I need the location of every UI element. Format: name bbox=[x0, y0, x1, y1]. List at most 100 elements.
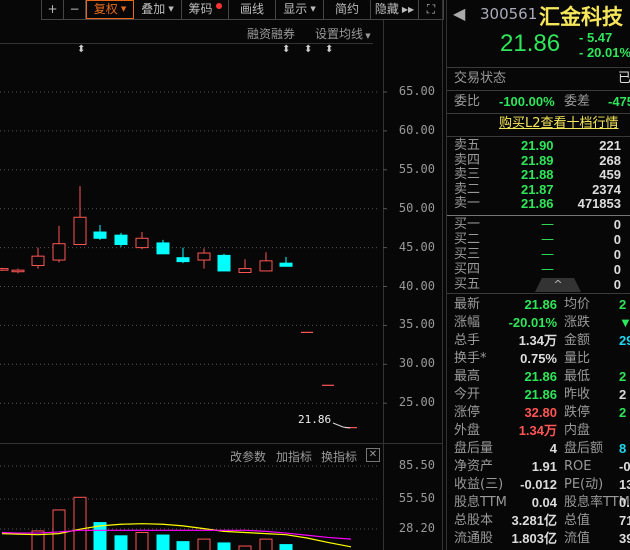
stat-value: 4 bbox=[549, 441, 557, 456]
stat-label: 涨停 bbox=[454, 405, 481, 420]
candle bbox=[197, 252, 211, 261]
stat-value: 1.91 bbox=[531, 459, 557, 474]
l2-upgrade-link[interactable]: 购买L2查看十档行情 bbox=[499, 116, 619, 132]
bid-price: — bbox=[541, 217, 554, 232]
stat-value: 71. bbox=[619, 513, 630, 528]
volume-bar bbox=[52, 509, 66, 550]
bid-volume: 0 bbox=[613, 247, 621, 262]
stat-label: 收益(三) bbox=[454, 477, 504, 492]
volume-tick-label: 28.20 bbox=[398, 520, 435, 535]
stat-value: 2 bbox=[619, 387, 627, 402]
price-tick-label: 50.00 bbox=[398, 200, 435, 215]
stat-label: 盘后额 bbox=[564, 441, 604, 456]
stat-label: 涨跌 bbox=[564, 315, 591, 330]
stat-value: 21.86 bbox=[524, 297, 557, 312]
price-tick-label: 30.00 bbox=[398, 356, 435, 371]
chevron-up-icon: ^ bbox=[553, 278, 563, 291]
weicha-label: 委差 bbox=[564, 94, 591, 109]
last-price-label: 21.86 bbox=[298, 413, 332, 426]
ask-label: 卖一 bbox=[454, 196, 481, 211]
stat-label: 跌停 bbox=[564, 405, 591, 420]
candle bbox=[114, 234, 128, 245]
volume-bar bbox=[156, 534, 170, 550]
candle bbox=[176, 257, 190, 263]
stat-label: 净资产 bbox=[454, 459, 494, 474]
stat-value: 32.80 bbox=[524, 405, 557, 420]
price-tick-label: 60.00 bbox=[398, 122, 435, 137]
volume-bar bbox=[135, 532, 149, 550]
candle bbox=[279, 262, 293, 267]
stat-value: 131 bbox=[619, 477, 630, 492]
weicha-value: -475 bbox=[608, 94, 630, 109]
quote-panel: ◀ 300561 汇金科技 21.86 - 5.47 - 20.01% 交易状态… bbox=[446, 0, 630, 550]
stat-value: 1.803亿 bbox=[511, 531, 557, 546]
trade-status-label: 交易状态 bbox=[454, 71, 507, 86]
volume-bar bbox=[259, 538, 273, 550]
candle bbox=[135, 237, 149, 249]
stat-label: 内盘 bbox=[564, 423, 591, 438]
weibi-label: 委比 bbox=[454, 94, 481, 109]
stat-label: 最低 bbox=[564, 369, 591, 384]
bid-volume: 0 bbox=[613, 232, 621, 247]
stat-label: 流通股 bbox=[454, 531, 494, 546]
stat-value: 39. bbox=[619, 531, 630, 546]
bid-label: 买一 bbox=[454, 217, 481, 232]
volume-bar bbox=[217, 542, 231, 550]
stock-name: 汇金科技 bbox=[539, 5, 623, 29]
volume-tick-label: 55.50 bbox=[398, 490, 435, 505]
stat-value: 8 bbox=[619, 441, 627, 456]
trade-status-value: 已 bbox=[618, 71, 630, 86]
stat-value: ▼ bbox=[619, 315, 630, 330]
stat-value: 0.75% bbox=[520, 351, 557, 366]
bid-label: 买四 bbox=[454, 262, 481, 277]
last-price: 21.86 bbox=[500, 30, 561, 57]
candle bbox=[73, 216, 87, 245]
bid-label: 买三 bbox=[454, 247, 481, 262]
volume-bar bbox=[279, 544, 293, 550]
price-tick-label: 65.00 bbox=[398, 84, 435, 98]
add-indicator-button[interactable]: 加指标 bbox=[276, 448, 312, 465]
stat-label: PE(动) bbox=[564, 477, 604, 492]
candle bbox=[11, 269, 25, 273]
panel-divider bbox=[442, 0, 443, 550]
stat-value: 2 bbox=[619, 297, 627, 312]
candle bbox=[52, 243, 66, 261]
change-params-button[interactable]: 改参数 bbox=[230, 448, 266, 465]
stat-label: 总股本 bbox=[454, 513, 494, 528]
collapse-left-icon[interactable]: ◀ bbox=[453, 4, 465, 23]
candle bbox=[259, 260, 273, 272]
stat-value: 1.34万 bbox=[518, 333, 557, 348]
stat-label: 量比 bbox=[564, 351, 591, 366]
bid-label: 买二 bbox=[454, 232, 481, 247]
stat-label: 换手* bbox=[454, 351, 487, 366]
bid-price: — bbox=[541, 247, 554, 262]
candle bbox=[156, 242, 170, 255]
kline-chart[interactable] bbox=[0, 0, 442, 550]
stat-label: 涨幅 bbox=[454, 315, 481, 330]
price-change: - 5.47 bbox=[579, 30, 613, 45]
volume-bar bbox=[238, 545, 252, 550]
stat-value: 21.86 bbox=[524, 387, 557, 402]
price-tick-label: 55.00 bbox=[398, 161, 435, 176]
candle bbox=[217, 254, 231, 272]
switch-indicator-button[interactable]: 换指标 bbox=[321, 448, 357, 465]
volume-bar bbox=[197, 538, 211, 550]
stat-label: 今开 bbox=[454, 387, 481, 402]
ask-price: 21.86 bbox=[521, 196, 554, 211]
volume-bar bbox=[176, 541, 190, 550]
close-icon[interactable]: ✕ bbox=[366, 448, 380, 462]
stat-value: 2 bbox=[619, 369, 627, 384]
stat-value: 3.281亿 bbox=[511, 513, 557, 528]
price-tick-label: 35.00 bbox=[398, 317, 435, 332]
price-tick-label: 40.00 bbox=[398, 278, 435, 293]
stat-label: 最新 bbox=[454, 297, 481, 312]
stat-label: 均价 bbox=[564, 297, 591, 312]
candle bbox=[93, 231, 107, 239]
stat-value: 2 bbox=[619, 405, 627, 420]
collapse-book-button[interactable]: ^ bbox=[535, 278, 581, 292]
stat-value: 29 bbox=[619, 333, 630, 348]
ask-volume: 471853 bbox=[577, 196, 621, 211]
bid-volume: 0 bbox=[613, 217, 621, 232]
stat-label: 总手 bbox=[454, 333, 481, 348]
bid-price: — bbox=[541, 232, 554, 247]
